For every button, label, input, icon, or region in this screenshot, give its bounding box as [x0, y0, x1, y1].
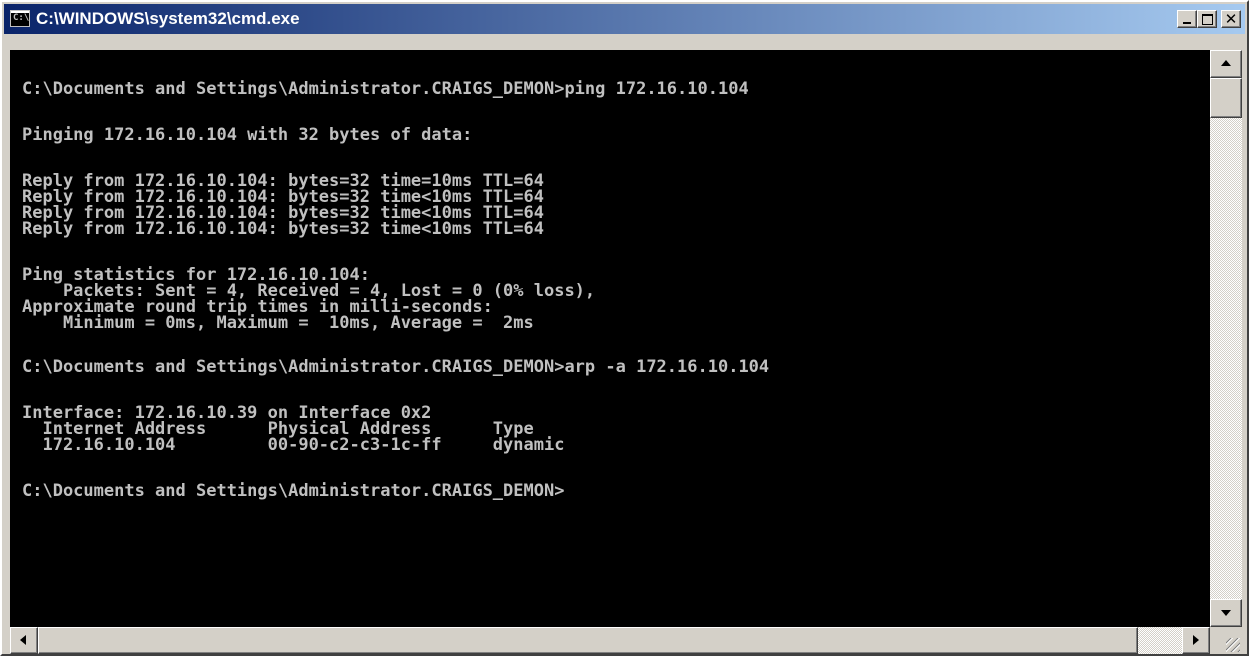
horizontal-scroll-thumb[interactable] [38, 627, 1138, 654]
console-line: 172.16.10.104 00-90-c2-c3-1c-ff dynamic [22, 435, 565, 455]
scroll-left-button[interactable] [10, 627, 38, 654]
maximize-button[interactable] [1197, 10, 1217, 28]
resize-grip-icon[interactable] [1226, 638, 1240, 652]
scroll-up-button[interactable] [1210, 50, 1242, 78]
scroll-right-button[interactable] [1182, 627, 1210, 654]
close-icon: ✕ [1224, 10, 1238, 28]
horizontal-scrollbar[interactable] [10, 627, 1210, 654]
arrow-left-icon [20, 635, 26, 645]
arrow-down-icon [1221, 610, 1231, 616]
cmd-window: C:\ C:\WINDOWS\system32\cmd.exe ✕ C:\Doc… [0, 0, 1249, 656]
console-line: Reply from 172.16.10.104: bytes=32 time<… [22, 219, 544, 239]
minimize-icon [1183, 22, 1191, 24]
window-title: C:\WINDOWS\system32\cmd.exe [36, 9, 300, 28]
arrow-right-icon [1193, 635, 1199, 645]
vertical-scrollbar[interactable] [1210, 50, 1242, 627]
command-prompt-icon[interactable]: C:\ [10, 10, 30, 27]
scrollbar-corner [1210, 627, 1242, 654]
console-output[interactable]: C:\Documents and Settings\Administrator.… [10, 50, 1210, 627]
maximize-icon [1202, 14, 1213, 25]
title-bar[interactable]: C:\ C:\WINDOWS\system32\cmd.exe ✕ [4, 4, 1245, 34]
console-line: Minimum = 0ms, Maximum = 10ms, Average =… [22, 313, 534, 333]
console-line: Pinging 172.16.10.104 with 32 bytes of d… [22, 125, 473, 145]
console-prompt[interactable]: C:\Documents and Settings\Administrator.… [22, 482, 564, 500]
scroll-down-button[interactable] [1210, 599, 1242, 627]
console-line: C:\Documents and Settings\Administrator.… [22, 357, 770, 377]
vertical-scroll-thumb[interactable] [1210, 78, 1242, 118]
console-line: C:\Documents and Settings\Administrator.… [22, 79, 749, 99]
minimize-button[interactable] [1177, 10, 1197, 28]
close-button[interactable]: ✕ [1221, 10, 1241, 28]
arrow-up-icon [1221, 60, 1231, 66]
